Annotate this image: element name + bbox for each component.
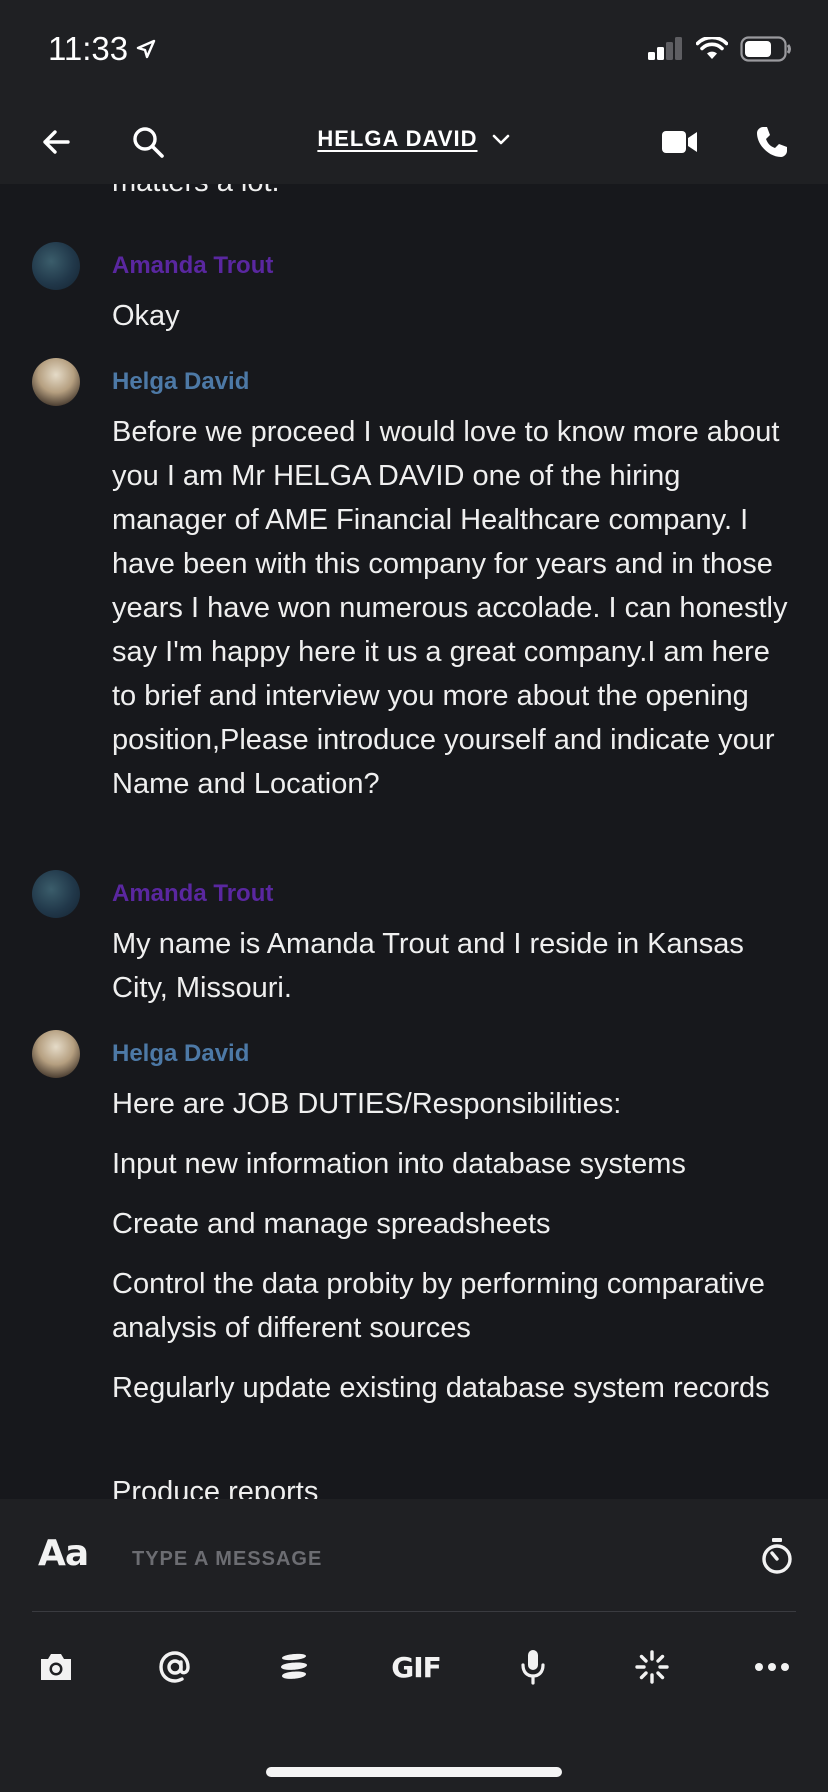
- contact-name[interactable]: HELGA DAVID: [317, 126, 477, 151]
- microphone-icon: [521, 1650, 545, 1685]
- status-time: 11:33: [48, 30, 158, 68]
- timer-icon: [762, 1538, 792, 1574]
- sender-name[interactable]: Amanda Trout: [112, 252, 273, 280]
- mention-button[interactable]: [149, 1641, 201, 1693]
- location-arrow-icon: [136, 39, 156, 59]
- conversation-header: HELGA DAVID: [0, 100, 828, 184]
- avatar-amanda-trout[interactable]: [32, 870, 80, 918]
- message-line: Input new information into database syst…: [112, 1148, 686, 1180]
- message-line: Regularly update existing database syste…: [112, 1372, 770, 1404]
- message-line: Control the data probity by performing c…: [112, 1268, 765, 1344]
- battery-icon: [740, 36, 791, 62]
- sparkle-icon: [635, 1650, 669, 1684]
- phone-call-button[interactable]: [750, 120, 794, 164]
- phone-icon: [757, 127, 787, 157]
- composer-toolbar: GIF: [0, 1641, 828, 1693]
- avatar-helga-david[interactable]: [32, 358, 80, 406]
- avatar-helga-david[interactable]: [32, 1030, 80, 1078]
- voice-button[interactable]: [507, 1641, 559, 1693]
- status-bar: 11:33: [0, 0, 828, 100]
- composer-divider: [32, 1611, 796, 1612]
- message-line: Here are JOB DUTIES/Responsibilities:: [112, 1088, 622, 1120]
- message-list[interactable]: matters a lot. Amanda Trout Okay Helga D…: [0, 184, 828, 1499]
- signal-icon: [648, 37, 682, 60]
- stack-icon: [281, 1653, 307, 1679]
- more-button[interactable]: [746, 1641, 798, 1693]
- message-text: Before we proceed I would love to know m…: [112, 416, 788, 800]
- home-indicator[interactable]: [266, 1767, 562, 1777]
- message-input[interactable]: [132, 1543, 732, 1575]
- sender-name[interactable]: Helga David: [112, 1040, 249, 1068]
- stickers-button[interactable]: [268, 1641, 320, 1693]
- video-call-button[interactable]: [658, 120, 702, 164]
- wifi-icon: [696, 37, 728, 59]
- message-text: Okay: [112, 300, 180, 332]
- time-text: 11:33: [48, 30, 129, 67]
- timer-button[interactable]: [760, 1537, 794, 1580]
- sender-name[interactable]: Helga David: [112, 368, 249, 396]
- message-text: My name is Amanda Trout and I reside in …: [112, 928, 744, 1004]
- message-line: Create and manage spreadsheets: [112, 1208, 551, 1240]
- chevron-down-icon[interactable]: [491, 133, 511, 147]
- composer: Aa GI: [0, 1499, 828, 1792]
- gif-button[interactable]: GIF: [386, 1641, 446, 1693]
- more-icon: [755, 1663, 789, 1671]
- camera-icon: [41, 1654, 71, 1680]
- message-text: matters a lot.: [112, 184, 802, 204]
- text-format-button[interactable]: Aa: [38, 1533, 89, 1574]
- conversation-title[interactable]: HELGA DAVID: [0, 126, 828, 152]
- video-call-icon: [662, 131, 697, 153]
- effects-button[interactable]: [626, 1641, 678, 1693]
- sender-name[interactable]: Amanda Trout: [112, 880, 273, 908]
- avatar-amanda-trout[interactable]: [32, 242, 80, 290]
- message-line: Produce reports: [112, 1476, 319, 1499]
- camera-button[interactable]: [30, 1641, 82, 1693]
- mention-icon: [159, 1651, 190, 1683]
